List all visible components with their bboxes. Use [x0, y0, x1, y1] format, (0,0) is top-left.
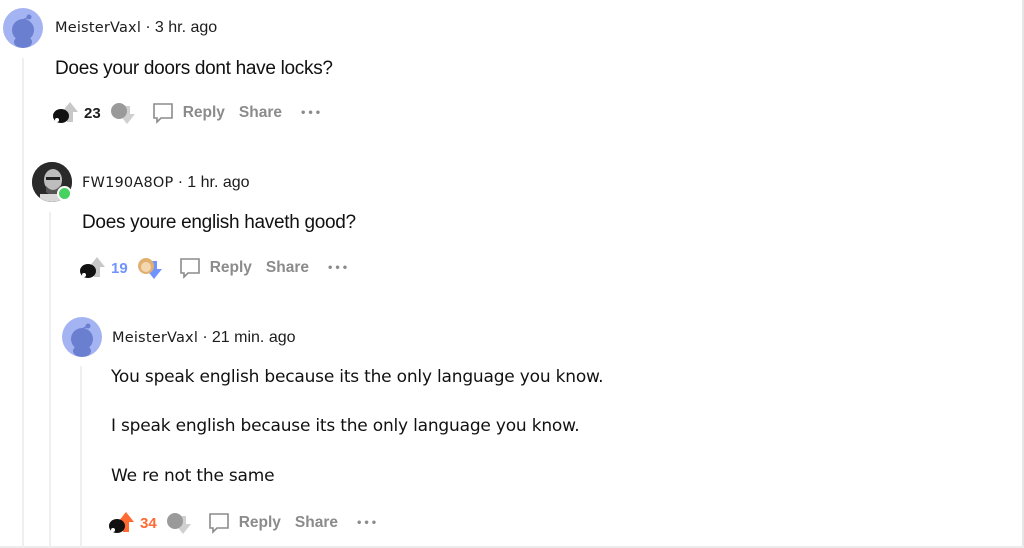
- thread-line-level-2[interactable]: [49, 212, 51, 548]
- share-label: Share: [265, 259, 309, 276]
- comment-bubble-icon: [179, 258, 200, 279]
- downvote-icon: [110, 103, 135, 124]
- thread-line-level-1[interactable]: [22, 58, 24, 548]
- more-options-icon[interactable]: •••: [300, 108, 322, 119]
- comment-bubble-icon: [152, 103, 173, 124]
- vote-count: 19: [111, 259, 128, 277]
- share-button[interactable]: Share: [266, 259, 309, 277]
- upvote-button[interactable]: [77, 255, 107, 281]
- timestamp[interactable]: 1 hr. ago: [187, 174, 249, 191]
- downvote-icon: [137, 258, 162, 279]
- separator: ·: [178, 175, 183, 191]
- more-options-icon[interactable]: •••: [327, 263, 349, 274]
- avatar[interactable]: [3, 8, 43, 48]
- comment-meta: MeisterVaxl · 21 min. ago: [112, 329, 296, 347]
- comment-body: Does your doors dont have locks?: [55, 58, 333, 79]
- share-label: Share: [238, 104, 282, 121]
- share-button[interactable]: Share: [239, 104, 282, 122]
- separator: ·: [145, 20, 151, 36]
- comment-actions: 19 Reply Share •••: [77, 255, 349, 281]
- vote-count: 23: [84, 104, 101, 122]
- comment-meta: MeisterVaxl · 3 hr. ago: [55, 19, 217, 37]
- downvote-button[interactable]: [134, 255, 164, 281]
- reply-button[interactable]: Reply: [207, 511, 281, 535]
- reply-label: Reply: [209, 259, 252, 276]
- upvote-icon: [80, 257, 105, 278]
- timestamp[interactable]: 21 min. ago: [212, 329, 296, 346]
- downvote-button[interactable]: [107, 100, 137, 126]
- comment-actions: 34 Reply Share •••: [106, 510, 378, 536]
- username-link[interactable]: MeisterVaxl: [112, 330, 198, 346]
- comment-paragraph: We re not the same: [111, 466, 275, 486]
- more-options-icon[interactable]: •••: [356, 518, 378, 529]
- downvote-button[interactable]: [163, 510, 193, 536]
- snoo-avatar-icon: [71, 323, 93, 357]
- separator: ·: [202, 330, 208, 346]
- thread-line-level-3[interactable]: [80, 366, 82, 548]
- share-label: Share: [294, 514, 338, 531]
- username-link[interactable]: FW190A8OP: [82, 175, 173, 191]
- comment-actions: 23 Reply Share •••: [50, 100, 322, 126]
- avatar[interactable]: [62, 317, 102, 357]
- reply-label: Reply: [238, 514, 281, 531]
- comment-bubble-icon: [208, 513, 229, 534]
- upvote-icon: [109, 512, 134, 533]
- timestamp[interactable]: 3 hr. ago: [155, 19, 217, 36]
- online-status-icon: [57, 186, 72, 201]
- share-button[interactable]: Share: [295, 514, 338, 532]
- upvote-button[interactable]: [106, 510, 136, 536]
- upvote-button[interactable]: [50, 100, 80, 126]
- comment-body: Does youre english haveth good?: [82, 212, 356, 233]
- snoo-avatar-icon: [12, 14, 34, 48]
- comment-paragraph: You speak english because its the only l…: [111, 367, 604, 387]
- reply-label: Reply: [182, 104, 225, 121]
- reply-button[interactable]: Reply: [151, 101, 225, 125]
- username-link[interactable]: MeisterVaxl: [55, 20, 141, 36]
- downvote-icon: [166, 513, 191, 534]
- comment-paragraph: I speak english because its the only lan…: [111, 416, 580, 436]
- reply-button[interactable]: Reply: [178, 256, 252, 280]
- upvote-icon: [53, 102, 78, 123]
- vote-count: 34: [140, 514, 157, 532]
- comment-meta: FW190A8OP · 1 hr. ago: [82, 174, 250, 192]
